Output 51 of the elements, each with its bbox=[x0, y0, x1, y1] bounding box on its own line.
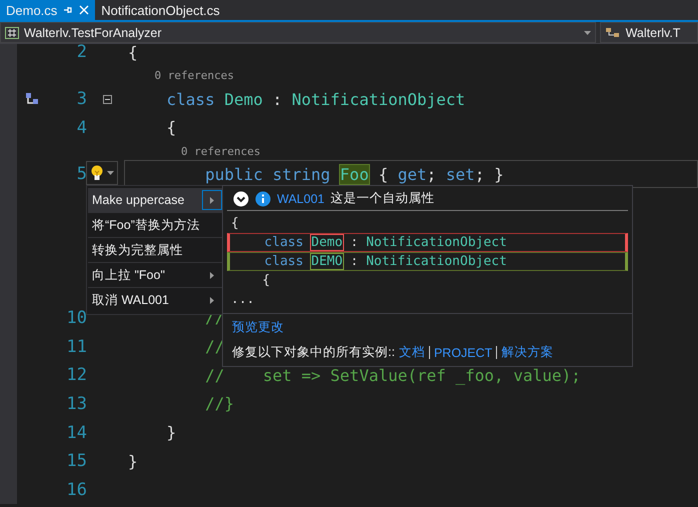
file-tab[interactable]: Demo.cs bbox=[0, 0, 96, 20]
line-number: 16 bbox=[66, 480, 87, 500]
diff-line: ... bbox=[230, 291, 256, 309]
menu-item[interactable]: Make uppercase bbox=[88, 188, 222, 213]
line-number: 3 bbox=[76, 89, 87, 110]
diff-line: { bbox=[230, 215, 240, 233]
line-number: 10 bbox=[66, 308, 87, 328]
close-icon[interactable] bbox=[79, 5, 90, 15]
menu-item[interactable]: 取消 WAL001 bbox=[88, 288, 222, 312]
preview-changes-link[interactable]: 预览更改 bbox=[232, 319, 284, 336]
member-dropdown[interactable]: Walterlv.T bbox=[600, 22, 698, 43]
diagnostic-message: 这是一个自动属性 bbox=[330, 190, 434, 207]
caret-icon bbox=[584, 30, 591, 34]
line-number: 14 bbox=[66, 422, 87, 443]
scope-link[interactable]: 文档 bbox=[398, 344, 425, 361]
lightbulb-icon bbox=[90, 164, 104, 182]
csharp-project-icon bbox=[5, 26, 19, 38]
hierarchy-icon[interactable] bbox=[25, 92, 39, 106]
code-line: // set => SetValue(ref _foo, value); bbox=[204, 366, 581, 385]
code-line: //} bbox=[204, 394, 234, 414]
code-line: } bbox=[128, 452, 138, 471]
diagnostic-link[interactable]: WAL001 bbox=[277, 192, 324, 206]
diff-line: { bbox=[261, 272, 272, 290]
codelens-references[interactable]: 0 references bbox=[128, 69, 234, 82]
code-line: public string Foo { get; set; } bbox=[204, 164, 504, 184]
submenu-button[interactable] bbox=[202, 190, 222, 210]
line-number: 12 bbox=[66, 365, 87, 386]
fix-all-label: 修复以下对象中的所有实例:: bbox=[232, 344, 395, 361]
scope-link[interactable]: 解决方案 bbox=[501, 344, 554, 361]
code-line: // bbox=[204, 337, 224, 356]
code-line: } bbox=[166, 423, 176, 442]
code-line: { bbox=[166, 118, 176, 138]
collapse-icon[interactable] bbox=[103, 94, 112, 104]
scope-link[interactable]: PROJECT bbox=[434, 346, 492, 360]
project-dropdown[interactable]: Walterlv.TestForAnalyzer bbox=[0, 22, 596, 43]
expand-icon[interactable] bbox=[233, 190, 249, 206]
codelens-references[interactable]: 0 references bbox=[128, 144, 260, 158]
code-line: class Demo : NotificationObject bbox=[166, 90, 466, 109]
line-number: 4 bbox=[76, 118, 87, 138]
class-icon bbox=[604, 26, 621, 38]
lightbulb-button[interactable] bbox=[86, 161, 118, 185]
file-tab[interactable]: NotificationObject.cs bbox=[95, 0, 226, 20]
line-number: 15 bbox=[66, 451, 87, 472]
line-number: 5 bbox=[76, 164, 87, 184]
caret-icon bbox=[107, 171, 114, 175]
line-number: 11 bbox=[66, 336, 87, 357]
pin-icon[interactable] bbox=[63, 5, 74, 15]
info-icon bbox=[255, 190, 271, 206]
code-line: { bbox=[128, 42, 138, 62]
line-number: 13 bbox=[66, 394, 87, 414]
line-number: 2 bbox=[76, 42, 87, 62]
